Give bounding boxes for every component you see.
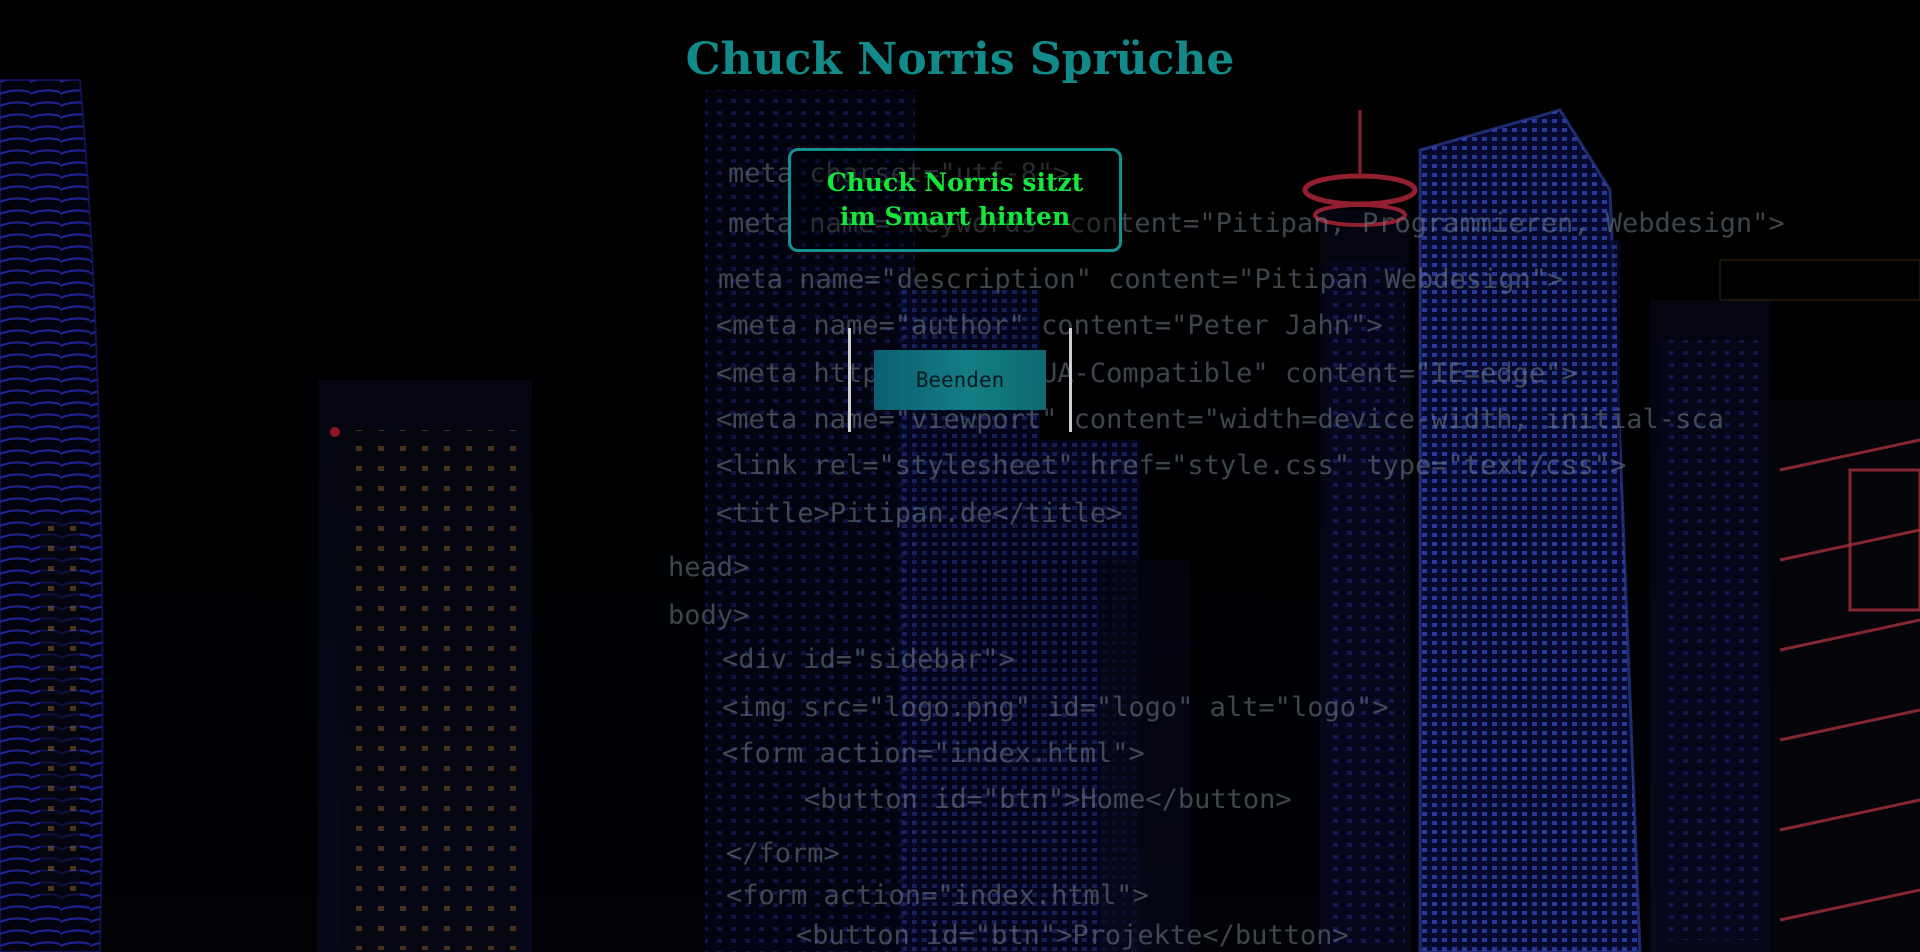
- quote-text: Chuck Norris sitzt im Smart hinten: [826, 168, 1084, 231]
- code-line: <form action="index.html">: [726, 880, 1149, 911]
- page-title: Chuck Norris Sprüche: [685, 34, 1235, 85]
- quote-box: Chuck Norris sitzt im Smart hinten: [788, 148, 1122, 252]
- code-line: <link rel="stylesheet" href="style.css" …: [716, 450, 1626, 481]
- city-code-background: meta charset="utf-8"> meta name="keyword…: [0, 0, 1920, 952]
- page-root: meta charset="utf-8"> meta name="keyword…: [0, 0, 1920, 952]
- code-line: <button id="btn">Home</button>: [804, 784, 1292, 815]
- code-line: </form>: [726, 838, 840, 869]
- code-line: head>: [668, 552, 749, 583]
- end-button[interactable]: Beenden: [874, 350, 1046, 410]
- code-line: <div id="sidebar">: [722, 644, 1015, 675]
- code-line: <title>Pitipan.de</title>: [716, 498, 1122, 529]
- code-line: <form action="index.html">: [722, 738, 1145, 769]
- code-line: <button id="btn">Projekte</button>: [796, 920, 1349, 951]
- code-line: <img src="logo.png" id="logo" alt="logo"…: [722, 692, 1388, 723]
- code-line: meta name="description" content="Pitipan…: [718, 264, 1563, 295]
- code-line: body>: [668, 600, 749, 631]
- code-line: <meta http-equiv="X-UA-Compatible" conte…: [716, 358, 1578, 389]
